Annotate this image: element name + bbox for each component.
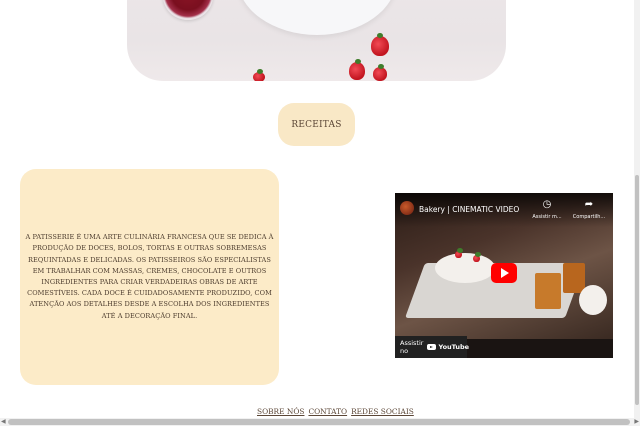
cake [563, 263, 585, 293]
vertical-scrollbar-thumb[interactable] [635, 175, 639, 405]
watch-later-button[interactable]: ◷ Assistir m... [527, 199, 567, 220]
clock-icon: ◷ [542, 199, 552, 210]
footer-link-redes-sociais[interactable]: REDES SOCIAIS [351, 407, 414, 416]
strawberry [371, 33, 389, 56]
strawberry [473, 252, 482, 262]
youtube-wordmark: YouTube [438, 343, 470, 351]
video-title[interactable]: Bakery | CINEMATIC VIDEO [419, 205, 519, 214]
vertical-scrollbar[interactable] [634, 0, 640, 418]
share-label: Compartilh... [572, 214, 606, 220]
video-embed[interactable]: Bakery | CINEMATIC VIDEO ◷ Assistir m...… [395, 193, 613, 358]
strawberry [253, 69, 265, 81]
share-button[interactable]: ➦ Compartilh... [569, 199, 609, 220]
hero-image [127, 0, 506, 81]
strawberry [455, 248, 464, 258]
cream-cake [579, 285, 607, 315]
footer-link-contato[interactable]: CONTATO [308, 407, 347, 416]
jam-bowl [163, 0, 213, 20]
footer-nav: SOBRE NÓS CONTATO REDES SOCIAIS [257, 407, 414, 416]
scroll-left-icon[interactable]: ◀ [1, 418, 6, 426]
play-button[interactable] [491, 263, 517, 283]
watch-on-label: Assistir no [400, 339, 424, 355]
channel-avatar[interactable] [400, 201, 414, 215]
plate [237, 0, 397, 35]
video-header: Bakery | CINEMATIC VIDEO ◷ Assistir m...… [395, 193, 613, 227]
about-text: A patisserie é uma arte culinária france… [25, 233, 274, 320]
horizontal-scrollbar[interactable]: ◀ ▶ [0, 418, 640, 426]
watch-later-label: Assistir m... [532, 214, 562, 220]
strawberry [373, 64, 387, 81]
strawberry [349, 59, 365, 80]
cream-cake [435, 253, 495, 283]
receitas-button[interactable]: RECEITAS [278, 103, 355, 146]
horizontal-scrollbar-thumb[interactable] [8, 419, 630, 425]
scroll-right-icon[interactable]: ▶ [634, 418, 639, 426]
youtube-icon [427, 344, 437, 350]
about-card: A patisserie é uma arte culinária france… [20, 169, 279, 385]
footer-link-sobre-nos[interactable]: SOBRE NÓS [257, 407, 304, 416]
cake [535, 273, 561, 309]
watch-on-youtube[interactable]: Assistir no YouTube [395, 336, 469, 358]
share-icon: ➦ [584, 199, 594, 210]
youtube-logo: YouTube [427, 343, 469, 351]
